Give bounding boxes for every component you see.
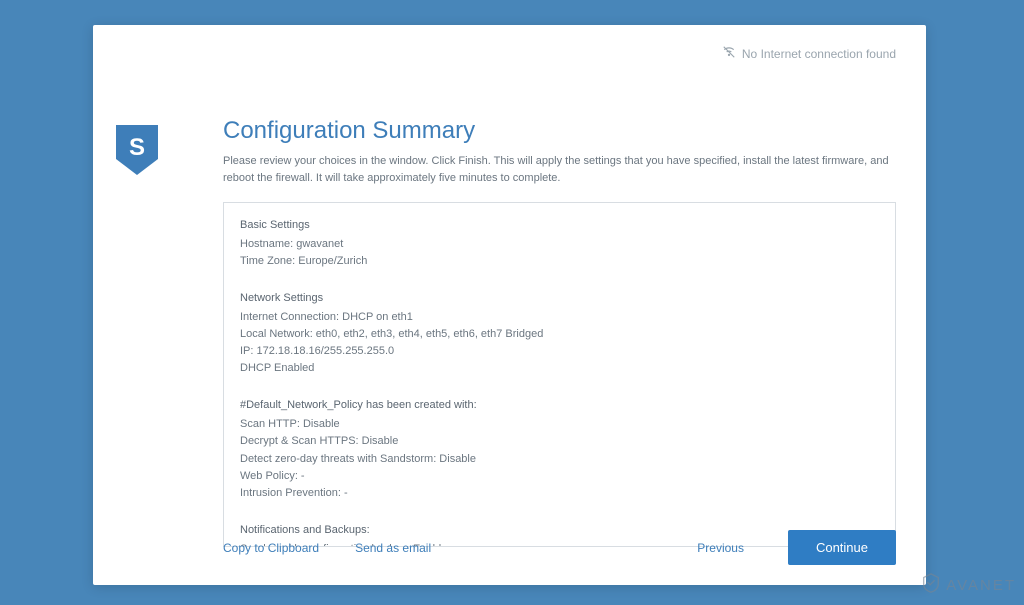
content-area: Configuration Summary Please review your…	[223, 117, 896, 547]
footer-left: Copy to Clipboard Send as email	[223, 541, 431, 555]
ips-line: Intrusion Prevention: -	[240, 485, 879, 502]
scan-https-line: Decrypt & Scan HTTPS: Disable	[240, 433, 879, 450]
policy-section: #Default_Network_Policy has been created…	[240, 397, 879, 501]
dhcp-line: DHCP Enabled	[240, 360, 879, 377]
previous-button[interactable]: Previous	[677, 531, 764, 565]
footer: Copy to Clipboard Send as email Previous…	[223, 530, 896, 565]
policy-title: #Default_Network_Policy has been created…	[240, 397, 879, 414]
continue-button[interactable]: Continue	[788, 530, 896, 565]
page-description: Please review your choices in the window…	[223, 153, 896, 186]
network-settings-section: Network Settings Internet Connection: DH…	[240, 290, 879, 377]
sophos-logo: S	[116, 125, 158, 180]
basic-title: Basic Settings	[240, 217, 879, 234]
local-net-line: Local Network: eth0, eth2, eth3, eth4, e…	[240, 326, 879, 343]
footer-right: Previous Continue	[677, 530, 896, 565]
shield-icon	[920, 572, 942, 599]
setup-dialog: No Internet connection found S Configura…	[93, 25, 926, 585]
svg-text:S: S	[129, 134, 145, 161]
connection-line: Internet Connection: DHCP on eth1	[240, 309, 879, 326]
ip-line: IP: 172.18.18.16/255.255.255.0	[240, 343, 879, 360]
basic-settings-section: Basic Settings Hostname: gwavanet Time Z…	[240, 217, 879, 270]
avanet-watermark: AVANET	[920, 572, 1016, 599]
send-email-link[interactable]: Send as email	[355, 541, 431, 555]
timezone-line: Time Zone: Europe/Zurich	[240, 253, 879, 270]
internet-status: No Internet connection found	[722, 45, 896, 62]
scan-http-line: Scan HTTP: Disable	[240, 416, 879, 433]
summary-box: Basic Settings Hostname: gwavanet Time Z…	[223, 202, 896, 547]
disconnected-icon	[722, 45, 736, 62]
web-policy-line: Web Policy: -	[240, 468, 879, 485]
hostname-line: Hostname: gwavanet	[240, 236, 879, 253]
watermark-text: AVANET	[946, 577, 1016, 594]
sandstorm-line: Detect zero-day threats with Sandstorm: …	[240, 451, 879, 468]
page-title: Configuration Summary	[223, 117, 896, 145]
status-text: No Internet connection found	[742, 47, 896, 61]
network-title: Network Settings	[240, 290, 879, 307]
copy-clipboard-link[interactable]: Copy to Clipboard	[223, 541, 319, 555]
